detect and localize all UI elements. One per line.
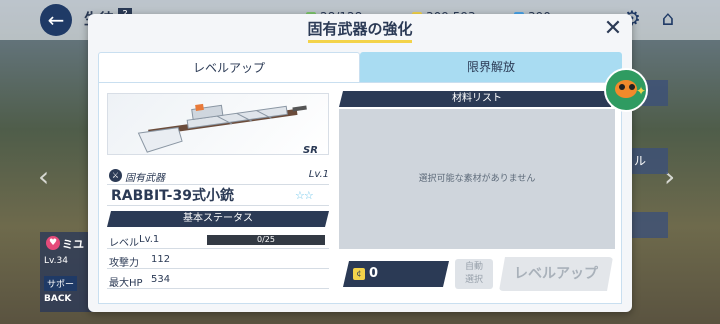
weapon-type: 固有武器 bbox=[125, 173, 165, 184]
support-tag: サポー bbox=[44, 276, 78, 291]
materials-list[interactable]: 選択可能な素材がありません bbox=[339, 109, 615, 249]
modal-title: 固有武器の強化 bbox=[307, 20, 413, 38]
weapon-name: RABBIT-39式小銃 bbox=[111, 188, 234, 204]
student-name: ミユ bbox=[62, 238, 84, 251]
auto-select-button[interactable]: 自動 選択 bbox=[455, 259, 493, 289]
back-label: BACK bbox=[44, 294, 72, 304]
stat-row-hp: 最大HP 534 bbox=[107, 271, 329, 289]
credit-cost-box: ¢ 0 bbox=[343, 261, 449, 287]
stat-row-attack: 攻撃力 112 bbox=[107, 251, 329, 269]
side-panel-3 bbox=[628, 212, 668, 238]
divider bbox=[107, 205, 329, 206]
unique-weapon-icon: ⚔ bbox=[109, 169, 122, 182]
title-underline bbox=[308, 40, 412, 43]
weapon-level: Lv.1 bbox=[308, 169, 329, 180]
home-icon[interactable]: ⌂ bbox=[656, 6, 680, 30]
sparkle-icon: ✦ bbox=[636, 84, 647, 98]
weapon-rarity: SR bbox=[303, 145, 318, 156]
tab-content-panel: SR ⚔ 固有武器 Lv.1 RABBIT-39式小銃 ☆☆ 基本ステータス レ… bbox=[98, 82, 622, 304]
stat-value: Lv.1 bbox=[139, 234, 160, 245]
materials-header: 材料リスト bbox=[339, 91, 615, 107]
stat-value: 112 bbox=[151, 254, 171, 265]
auto-select-label-2: 選択 bbox=[464, 275, 483, 285]
prev-arrow-icon[interactable]: ‹ bbox=[38, 160, 49, 193]
side-panel-2: ル bbox=[628, 148, 668, 174]
weapon-type-row: ⚔ 固有武器 Lv.1 bbox=[109, 169, 329, 184]
back-button[interactable]: ← bbox=[40, 4, 72, 36]
status-header: 基本ステータス bbox=[107, 211, 329, 227]
auto-select-label-1: 自動 bbox=[464, 262, 483, 272]
rifle-icon bbox=[137, 103, 307, 153]
star-rating: ☆☆ bbox=[295, 189, 314, 202]
close-button[interactable]: ✕ bbox=[602, 18, 624, 40]
tab-bar: レベルアップ 限界解放 bbox=[98, 52, 622, 82]
xp-text: 0/25 bbox=[257, 235, 275, 244]
stat-label: 最大HP bbox=[109, 278, 143, 289]
credit-icon: ¢ bbox=[353, 268, 365, 280]
student-level: Lv.34 bbox=[44, 256, 68, 266]
stat-value: 534 bbox=[151, 274, 171, 285]
tab-level-up[interactable]: レベルアップ bbox=[98, 52, 360, 82]
materials-empty-message: 選択可能な素材がありません bbox=[418, 174, 536, 184]
credit-cost: 0 bbox=[369, 266, 379, 281]
weapon-enhance-modal: 固有武器の強化 ✕ レベルアップ 限界解放 SR ⚔ 固有武器 Lv.1 RAB… bbox=[88, 14, 632, 312]
weapon-image bbox=[107, 93, 329, 155]
stat-label: レベル bbox=[109, 238, 139, 249]
stat-label: 攻撃力 bbox=[109, 258, 139, 269]
heart-icon: ♥ bbox=[46, 236, 60, 250]
level-up-button[interactable]: レベルアップ bbox=[499, 257, 613, 291]
stat-row-level: レベル Lv.1 0/25 bbox=[107, 231, 329, 249]
xp-bar: 0/25 bbox=[207, 235, 325, 245]
tab-limit-break[interactable]: 限界解放 bbox=[360, 52, 622, 82]
